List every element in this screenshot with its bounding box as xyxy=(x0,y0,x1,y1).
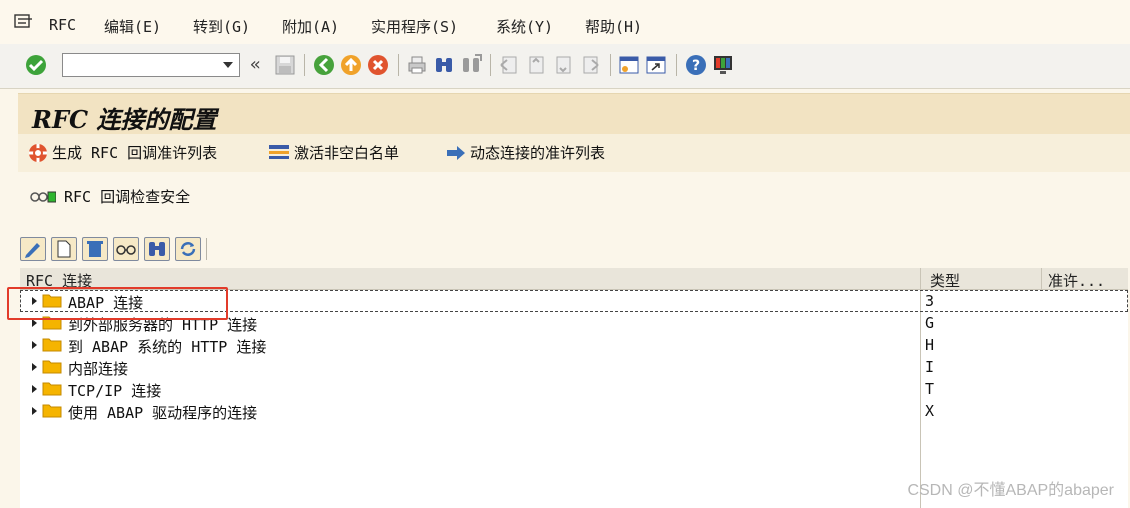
first-page-icon[interactable] xyxy=(498,54,520,76)
menu-help[interactable]: 帮助(H) xyxy=(585,16,642,37)
toolbar-separator xyxy=(610,54,611,76)
tree-row-type: 3 xyxy=(925,292,935,310)
tree-row-type: G xyxy=(925,314,935,332)
tree-row-abap-driver[interactable]: 使用 ABAP 驱动程序的连接 X xyxy=(20,400,1128,422)
menu-system[interactable]: 系统(Y) xyxy=(496,16,553,37)
save-icon[interactable] xyxy=(274,54,296,76)
lifebuoy-icon xyxy=(29,143,47,162)
last-page-icon[interactable] xyxy=(579,54,601,76)
new-session-icon[interactable] xyxy=(618,54,640,76)
generate-callback-allowlist-button[interactable]: 生成 RFC 回调准许列表 xyxy=(28,142,217,163)
print-icon[interactable] xyxy=(406,54,428,76)
edit-pencil-icon[interactable] xyxy=(20,237,46,261)
tree-row-type: I xyxy=(925,358,935,376)
tree-row-tcpip[interactable]: TCP/IP 连接 T xyxy=(20,378,1128,400)
rfc-callback-security-label: RFC 回调检查安全 xyxy=(64,188,191,206)
list-activate-icon xyxy=(269,144,289,159)
menu-extras[interactable]: 附加(A) xyxy=(282,16,339,37)
help-icon[interactable]: ? xyxy=(685,54,707,76)
collapse-icon[interactable]: « xyxy=(250,54,261,75)
menu-edit[interactable]: 编辑(E) xyxy=(104,16,161,37)
delete-trash-icon[interactable] xyxy=(82,237,108,261)
menu-utilities[interactable]: 实用程序(S) xyxy=(371,16,458,37)
previous-page-icon[interactable] xyxy=(525,54,547,76)
expand-icon[interactable] xyxy=(32,363,37,371)
find-icon[interactable] xyxy=(433,54,455,76)
layout-menu-icon[interactable] xyxy=(712,54,734,76)
cancel-icon[interactable] xyxy=(367,54,389,76)
tree-row-label: 到 ABAP 系统的 HTTP 连接 xyxy=(68,338,267,356)
toolbar-separator xyxy=(304,54,305,76)
standard-toolbar: « ? xyxy=(0,44,1130,89)
column-divider xyxy=(1041,268,1042,290)
toolbar-separator xyxy=(398,54,399,76)
menu-bar: RFC 编辑(E) 转到(G) 附加(A) 实用程序(S) 系统(Y) 帮助(H… xyxy=(0,0,1130,44)
watermark: CSDN @不懂ABAP的abaper xyxy=(907,482,1114,499)
generate-callback-allowlist-label: 生成 RFC 回调准许列表 xyxy=(52,144,218,162)
application-toolbar: 生成 RFC 回调准许列表 激活非空白名单 动态连接的准许列表 xyxy=(18,134,1130,173)
screen-title-bar: RFC 连接的配置 xyxy=(18,93,1130,134)
find-next-icon[interactable] xyxy=(460,54,482,76)
highlight-annotation xyxy=(7,287,228,320)
tree-row-type: X xyxy=(925,402,935,420)
tree-row-internal[interactable]: 内部连接 I xyxy=(20,356,1128,378)
chevron-down-icon[interactable] xyxy=(223,62,233,68)
tree-row-http-abap[interactable]: 到 ABAP 系统的 HTTP 连接 H xyxy=(20,334,1128,356)
back-icon[interactable] xyxy=(313,54,335,76)
activate-nonempty-allowlist-button[interactable]: 激活非空白名单 xyxy=(268,142,399,163)
expand-icon[interactable] xyxy=(32,385,37,393)
folder-icon xyxy=(42,404,62,418)
page-title: RFC 连接的配置 xyxy=(32,105,217,134)
column-header-allowed[interactable]: 准许... xyxy=(1048,270,1105,291)
menu-rfc[interactable]: RFC xyxy=(49,16,76,34)
shortcut-icon[interactable] xyxy=(645,54,667,76)
folder-icon xyxy=(42,382,62,396)
next-page-icon[interactable] xyxy=(552,54,574,76)
toolbar-separator xyxy=(676,54,677,76)
activate-nonempty-allowlist-label: 激活非空白名单 xyxy=(294,144,400,162)
refresh-icon[interactable] xyxy=(175,237,201,261)
command-field[interactable] xyxy=(62,53,240,77)
toolbar-separator xyxy=(490,54,491,76)
menu-icon[interactable] xyxy=(14,14,34,30)
toolbar-separator xyxy=(206,238,207,260)
exit-icon[interactable] xyxy=(340,54,362,76)
tree-row-label: 内部连接 xyxy=(68,360,129,378)
tree-row-type: H xyxy=(925,336,935,354)
expand-icon[interactable] xyxy=(32,341,37,349)
expand-icon[interactable] xyxy=(32,407,37,415)
tree-row-label: 使用 ABAP 驱动程序的连接 xyxy=(68,404,258,422)
folder-icon xyxy=(42,338,62,352)
arrow-right-icon xyxy=(447,145,465,160)
rfc-callback-security: RFC 回调检查安全 xyxy=(30,186,190,207)
enter-check-icon[interactable] xyxy=(25,54,47,76)
dynamic-connection-allowlist-label: 动态连接的准许列表 xyxy=(470,144,606,162)
find-binoculars-icon[interactable] xyxy=(144,237,170,261)
content-area: RFC 回调检查安全 RFC 连接 类型 准许... ABAP 连接 3 到外部… xyxy=(18,172,1130,508)
column-header-type[interactable]: 类型 xyxy=(930,270,960,291)
create-document-icon[interactable] xyxy=(51,237,77,261)
test-glasses-icon[interactable] xyxy=(113,237,139,261)
tree-row-type: T xyxy=(925,380,935,398)
menu-goto[interactable]: 转到(G) xyxy=(193,16,250,37)
dynamic-connection-allowlist-button[interactable]: 动态连接的准许列表 xyxy=(446,142,605,163)
status-lights-icon xyxy=(30,191,56,202)
svg-text:?: ? xyxy=(692,58,700,74)
folder-icon xyxy=(42,360,62,374)
expand-icon[interactable] xyxy=(32,319,37,327)
tree-row-label: TCP/IP 连接 xyxy=(68,382,162,400)
